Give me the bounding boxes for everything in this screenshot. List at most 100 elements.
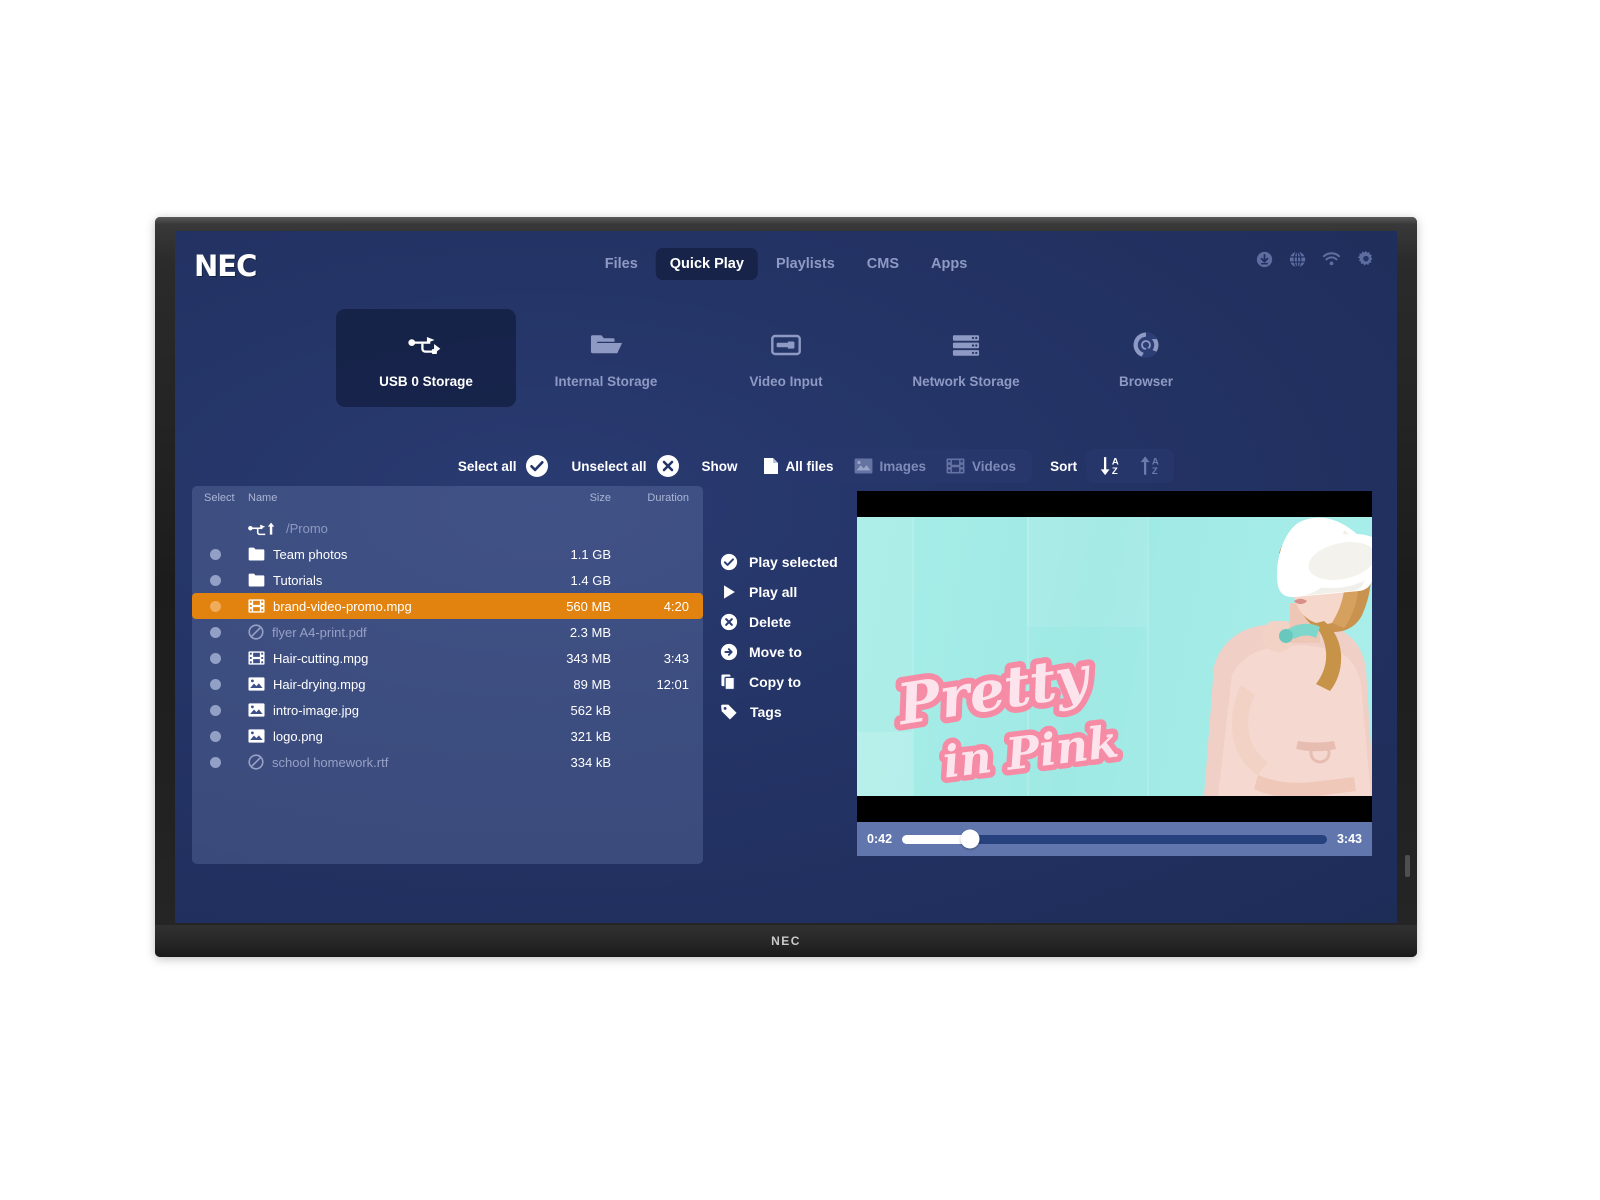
storage-tab-browser[interactable]: Browser — [1056, 309, 1236, 407]
blocked-icon — [248, 624, 264, 640]
bezel-nec-logo: NEC — [771, 934, 801, 948]
parent-directory-row[interactable]: /Promo — [192, 515, 703, 541]
nav-item-quick-play[interactable]: Quick Play — [655, 248, 758, 280]
filter-chip-videos[interactable]: Videos — [936, 454, 1026, 478]
sort-label: Sort — [1050, 458, 1078, 474]
nav-item-files[interactable]: Files — [591, 248, 652, 280]
video-player[interactable]: Pretty Pretty in Pink in Pink — [857, 491, 1372, 822]
table-row[interactable]: Hair-drying.mpg 89 MB 12:01 — [192, 671, 703, 697]
delete-button[interactable]: Delete — [720, 613, 838, 631]
storage-tab-video-input[interactable]: Video Input — [696, 309, 876, 407]
action-label: Copy to — [749, 674, 802, 690]
folder-icon — [590, 328, 623, 362]
screenshot-root: NEC Files Quick Play Playlists CMS Apps — [0, 0, 1600, 1200]
file-size: 343 MB — [566, 650, 611, 666]
table-row[interactable]: Hair-cutting.mpg 343 MB 3:43 — [192, 645, 703, 671]
action-menu: Play selected Play all Delete Move to Co… — [720, 553, 838, 721]
file-size: 89 MB — [573, 676, 611, 692]
table-row-selected[interactable]: brand-video-promo.mpg 560 MB 4:20 — [192, 593, 703, 619]
gear-icon[interactable] — [1357, 250, 1375, 268]
file-duration: 12:01 — [656, 676, 689, 692]
row-select-dot[interactable] — [204, 626, 248, 638]
storage-tabs: USB 0 Storage Internal Storage Video Inp… — [175, 309, 1397, 407]
video-frame: Pretty Pretty in Pink in Pink — [857, 517, 1372, 796]
move-to-button[interactable]: Move to — [720, 643, 838, 661]
storage-tab-internal-storage[interactable]: Internal Storage — [516, 309, 696, 407]
file-type-filter-group: All files Images Videos — [746, 449, 1033, 483]
download-icon[interactable] — [1256, 251, 1273, 268]
image-icon — [248, 677, 265, 691]
file-size: 1.1 GB — [570, 546, 611, 562]
storage-tab-label: USB 0 Storage — [379, 373, 473, 389]
row-select-dot[interactable] — [204, 730, 248, 742]
play-selected-button[interactable]: Play selected — [720, 553, 838, 571]
table-row[interactable]: logo.png 321 kB — [192, 723, 703, 749]
file-name: Hair-drying.mpg — [273, 676, 366, 692]
table-row[interactable]: Team photos 1.1 GB — [192, 541, 703, 567]
nec-display-monitor: NEC Files Quick Play Playlists CMS Apps — [155, 217, 1417, 957]
show-label: Show — [701, 458, 738, 474]
copy-icon — [720, 673, 738, 691]
play-all-button[interactable]: Play all — [720, 583, 838, 601]
sort-group: AZ AZ — [1086, 449, 1175, 483]
file-size: 321 kB — [570, 728, 611, 744]
row-select-dot[interactable] — [204, 652, 248, 664]
file-name: school homework.rtf — [272, 754, 389, 770]
action-label: Tags — [750, 704, 782, 720]
seek-handle[interactable] — [960, 829, 980, 849]
table-row[interactable]: flyer A4-print.pdf 2.3 MB — [192, 619, 703, 645]
document-icon — [763, 457, 779, 475]
top-bar: NEC Files Quick Play Playlists CMS Apps — [175, 231, 1397, 293]
row-select-dot[interactable] — [204, 574, 248, 586]
x-circle-icon — [720, 613, 738, 631]
chrome-icon — [1132, 328, 1160, 362]
action-label: Play all — [749, 584, 798, 600]
folder-icon — [248, 547, 265, 561]
file-name: flyer A4-print.pdf — [272, 624, 367, 640]
column-header-select: Select — [204, 492, 235, 504]
usb-icon — [408, 328, 444, 362]
unselect-all-label: Unselect all — [571, 458, 647, 474]
play-icon — [720, 583, 738, 601]
tag-icon — [720, 703, 739, 721]
wifi-icon[interactable] — [1322, 251, 1341, 267]
unselect-all-button[interactable] — [656, 454, 680, 478]
action-label: Delete — [749, 614, 792, 630]
column-header-size: Size — [589, 492, 611, 504]
row-select-dot[interactable] — [204, 678, 248, 690]
globe-icon[interactable] — [1289, 250, 1306, 268]
main-nav: Files Quick Play Playlists CMS Apps — [591, 248, 982, 280]
select-all-button[interactable] — [525, 454, 549, 478]
file-name: Team photos — [273, 546, 348, 562]
file-name: logo.png — [273, 728, 323, 744]
row-select-dot[interactable] — [204, 600, 248, 612]
seek-track[interactable] — [902, 829, 1327, 849]
copy-to-button[interactable]: Copy to — [720, 673, 838, 691]
file-list-header: Select Name Size Duration — [192, 486, 703, 510]
filter-toolbar: Select all Unselect all Show All files I… — [175, 449, 1397, 483]
nav-item-playlists[interactable]: Playlists — [762, 248, 849, 280]
tags-button[interactable]: Tags — [720, 703, 838, 721]
table-row[interactable]: school homework.rtf 334 kB — [192, 749, 703, 775]
sort-ascending-az-button[interactable]: AZ — [1131, 452, 1169, 480]
row-select-dot[interactable] — [204, 548, 248, 560]
file-duration: 4:20 — [663, 598, 689, 614]
filter-chip-images[interactable]: Images — [844, 454, 937, 478]
select-all-label: Select all — [457, 458, 517, 474]
filter-chip-all-files[interactable]: All files — [753, 453, 844, 479]
video-input-icon — [771, 328, 801, 362]
monitor-bottom-bezel: NEC — [155, 925, 1417, 957]
file-list-panel[interactable]: Select Name Size Duration /Promo Team ph… — [192, 486, 703, 864]
server-icon — [952, 328, 980, 362]
row-select-dot[interactable] — [204, 704, 248, 716]
nav-item-apps[interactable]: Apps — [917, 248, 981, 280]
nav-item-cms[interactable]: CMS — [853, 248, 913, 280]
film-icon — [248, 599, 265, 613]
table-row[interactable]: Tutorials 1.4 GB — [192, 567, 703, 593]
table-row[interactable]: intro-image.jpg 562 kB — [192, 697, 703, 723]
video-progress-bar[interactable]: 0:42 3:43 — [857, 822, 1372, 856]
row-select-dot[interactable] — [204, 756, 248, 768]
storage-tab-network-storage[interactable]: Network Storage — [876, 309, 1056, 407]
storage-tab-usb-0-storage[interactable]: USB 0 Storage — [336, 309, 516, 407]
sort-descending-az-button[interactable]: AZ — [1091, 452, 1129, 480]
